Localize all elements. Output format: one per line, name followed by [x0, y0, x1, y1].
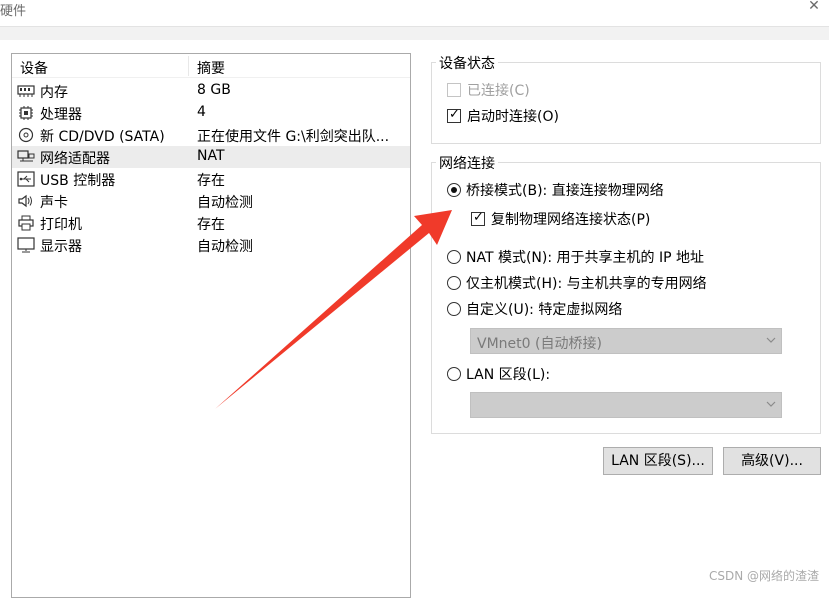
lan-segment-select[interactable]: [470, 392, 782, 418]
device-name: 声卡: [40, 195, 68, 211]
column-divider[interactable]: [188, 56, 189, 76]
lan-segments-button[interactable]: LAN 区段(S)...: [603, 447, 713, 475]
device-row-usb-controller[interactable]: USB 控制器 存在: [12, 168, 410, 190]
device-name: 显示器: [40, 239, 82, 255]
device-summary: 正在使用文件 G:\利剑突出队...: [197, 129, 390, 145]
column-header-summary[interactable]: 摘要: [197, 58, 225, 78]
custom-label: 自定义(U): 特定虚拟网络: [466, 302, 623, 318]
device-status-title: 设备状态: [436, 53, 498, 73]
host-only-radio[interactable]: [447, 276, 461, 290]
network-connection-title: 网络连接: [436, 153, 498, 173]
cpu-icon: [19, 106, 33, 120]
column-header-device[interactable]: 设备: [20, 58, 48, 78]
custom-network-value: VMnet0 (自动桥接): [477, 336, 602, 352]
window-title: 硬件: [0, 4, 27, 19]
device-summary: 自动检测: [197, 239, 253, 255]
custom-radio[interactable]: [447, 302, 461, 316]
device-row-sound-card[interactable]: 声卡 自动检测: [12, 190, 410, 212]
speaker-icon: [18, 194, 32, 208]
lan-segment-radio[interactable]: [447, 367, 461, 381]
device-summary: 自动检测: [197, 195, 253, 211]
device-status-group: [431, 62, 821, 144]
device-row-network-adapter[interactable]: 网络适配器 NAT: [12, 146, 410, 168]
device-name: 打印机: [40, 217, 82, 233]
device-name: 内存: [40, 85, 68, 101]
host-only-label: 仅主机模式(H): 与主机共享的专用网络: [466, 276, 707, 292]
device-row-cd-dvd[interactable]: 新 CD/DVD (SATA) 正在使用文件 G:\利剑突出队...: [12, 124, 410, 146]
device-row-processor[interactable]: 处理器 4: [12, 102, 410, 124]
device-summary: 存在: [197, 217, 225, 233]
monitor-icon: [17, 237, 35, 253]
device-name: 网络适配器: [40, 151, 110, 167]
custom-network-select[interactable]: VMnet0 (自动桥接): [470, 328, 782, 354]
network-icon: [17, 150, 35, 162]
device-list-header: 设备 摘要: [12, 54, 410, 78]
device-summary: 4: [197, 104, 206, 120]
device-list: 设备 摘要 内存 8 GB 处理器 4 新 CD/DVD (SATA) 正在使用…: [11, 53, 411, 598]
memory-icon: [17, 85, 35, 97]
device-summary: 存在: [197, 173, 225, 189]
connect-on-start-label: 启动时连接(O): [467, 109, 559, 125]
nat-label: NAT 模式(N): 用于共享主机的 IP 地址: [466, 250, 704, 266]
title-bar: 硬件 ✕: [0, 0, 829, 26]
title-separator: [0, 26, 829, 40]
device-row-display[interactable]: 显示器 自动检测: [12, 234, 410, 256]
chevron-down-icon: [766, 401, 776, 407]
device-summary: NAT: [197, 148, 225, 164]
bridged-radio[interactable]: [447, 183, 461, 197]
printer-icon: [18, 215, 34, 231]
watermark: CSDN @网络的渣渣: [708, 569, 819, 583]
usb-icon: [17, 171, 35, 187]
disc-icon: [18, 127, 34, 143]
connect-on-start-checkbox[interactable]: ✓: [447, 107, 461, 123]
connected-label: 已连接(C): [467, 83, 530, 99]
lan-segment-label: LAN 区段(L):: [466, 367, 551, 383]
replicate-state-checkbox[interactable]: ✓: [471, 210, 485, 226]
nat-radio[interactable]: [447, 250, 461, 264]
device-name: 新 CD/DVD (SATA): [40, 129, 165, 145]
device-summary: 8 GB: [197, 82, 231, 98]
connected-checkbox[interactable]: [447, 83, 461, 97]
radio-selected-dot: [451, 187, 457, 193]
bridged-label: 桥接模式(B): 直接连接物理网络: [466, 183, 664, 199]
replicate-state-label: 复制物理网络连接状态(P): [491, 212, 651, 228]
chevron-down-icon: [766, 337, 776, 343]
device-row-memory[interactable]: 内存 8 GB: [12, 80, 410, 102]
device-name: 处理器: [40, 107, 82, 123]
checkmark-icon: ✓: [449, 107, 460, 122]
device-name: USB 控制器: [40, 173, 116, 189]
device-row-printer[interactable]: 打印机 存在: [12, 212, 410, 234]
close-icon[interactable]: ✕: [805, 0, 823, 14]
advanced-button[interactable]: 高级(V)...: [723, 447, 821, 475]
checkmark-icon: ✓: [473, 210, 484, 225]
